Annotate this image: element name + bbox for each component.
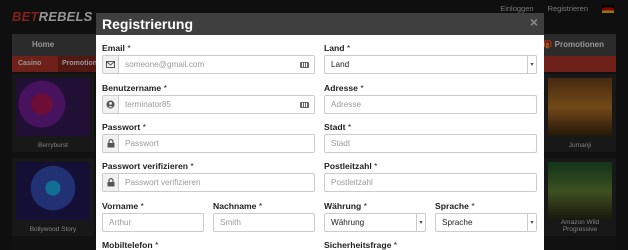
required-mark: * xyxy=(374,161,378,171)
email-input[interactable] xyxy=(119,56,300,73)
required-mark: * xyxy=(258,201,263,211)
land-select[interactable]: Land ▾ xyxy=(324,55,537,74)
chevron-down-icon: ▾ xyxy=(416,214,425,231)
required-mark: * xyxy=(363,201,367,211)
sprache-selected-value: Sprache xyxy=(442,218,473,227)
benutzername-field[interactable] xyxy=(102,95,315,114)
required-mark: * xyxy=(393,240,398,250)
benutzername-input[interactable] xyxy=(119,96,300,113)
passwort-verifizieren-label: Passwort verifizieren * xyxy=(102,161,194,171)
required-mark: * xyxy=(346,43,351,53)
passwort-verifizieren-label-text: Passwort verifizieren xyxy=(102,161,188,171)
modal-title: Registrierung xyxy=(102,16,194,32)
waehrung-label-text: Währung xyxy=(324,201,362,211)
required-mark: * xyxy=(127,43,131,53)
nachname-field[interactable] xyxy=(213,213,315,232)
email-label: Email * xyxy=(102,43,131,53)
nachname-label-text: Nachname xyxy=(213,201,257,211)
postleitzahl-input[interactable] xyxy=(325,174,536,191)
adresse-input[interactable] xyxy=(325,96,536,113)
land-selected-value: Land xyxy=(331,60,350,69)
vorname-label: Vorname * xyxy=(102,201,144,211)
required-mark: * xyxy=(142,122,146,132)
required-mark: * xyxy=(471,201,475,211)
benutzername-label: Benutzername * xyxy=(102,83,167,93)
required-mark: * xyxy=(347,122,352,132)
modal-header: Registrierung × xyxy=(96,13,544,35)
adresse-field[interactable] xyxy=(324,95,537,114)
waehrung-label: Währung * xyxy=(324,201,367,211)
email-field[interactable] xyxy=(102,55,315,74)
passwort-verifizieren-field[interactable] xyxy=(102,173,315,192)
required-mark: * xyxy=(155,240,159,250)
password-manager-icon[interactable] xyxy=(300,61,309,68)
stadt-field[interactable] xyxy=(324,134,537,153)
sicherheitsfrage-label: Sicherheitsfrage * xyxy=(324,240,397,250)
envelope-icon xyxy=(103,56,119,73)
passwort-input[interactable] xyxy=(119,135,314,152)
close-icon[interactable]: × xyxy=(530,14,538,30)
passwort-label: Passwort * xyxy=(102,122,146,132)
postleitzahl-label-text: Postleitzahl xyxy=(324,161,372,171)
mobiltelefon-label: Mobiltelefon * xyxy=(102,240,158,250)
nachname-label: Nachname * xyxy=(213,201,262,211)
adresse-label-text: Adresse xyxy=(324,83,358,93)
required-mark: * xyxy=(190,161,194,171)
passwort-verifizieren-input[interactable] xyxy=(119,174,314,191)
vorname-input[interactable] xyxy=(103,214,203,231)
mobiltelefon-label-text: Mobiltelefon xyxy=(102,240,153,250)
vorname-field[interactable] xyxy=(102,213,204,232)
lock-icon xyxy=(103,135,119,152)
sprache-select[interactable]: Sprache ▾ xyxy=(435,213,537,232)
benutzername-label-text: Benutzername xyxy=(102,83,162,93)
sicherheitsfrage-label-text: Sicherheitsfrage xyxy=(324,240,392,250)
required-mark: * xyxy=(360,83,364,93)
passwort-field[interactable] xyxy=(102,134,315,153)
registration-modal: Registrierung × Email * Land * Land ▾ Be… xyxy=(96,13,544,250)
sprache-label-text: Sprache xyxy=(435,201,469,211)
land-label-text: Land xyxy=(324,43,345,53)
stadt-label: Stadt * xyxy=(324,122,351,132)
sprache-label: Sprache * xyxy=(435,201,475,211)
land-label: Land * xyxy=(324,43,350,53)
chevron-down-icon: ▾ xyxy=(527,56,536,73)
adresse-label: Adresse * xyxy=(324,83,364,93)
stadt-label-text: Stadt xyxy=(324,122,346,132)
postleitzahl-field[interactable] xyxy=(324,173,537,192)
lock-icon xyxy=(103,174,119,191)
nachname-input[interactable] xyxy=(214,214,314,231)
required-mark: * xyxy=(163,83,167,93)
password-manager-icon[interactable] xyxy=(300,101,309,108)
passwort-label-text: Passwort xyxy=(102,122,141,132)
postleitzahl-label: Postleitzahl * xyxy=(324,161,378,171)
user-icon xyxy=(103,96,119,113)
email-label-text: Email xyxy=(102,43,125,53)
required-mark: * xyxy=(140,201,144,211)
waehrung-selected-value: Währung xyxy=(331,218,365,227)
chevron-down-icon: ▾ xyxy=(527,214,536,231)
stadt-input[interactable] xyxy=(325,135,536,152)
waehrung-select[interactable]: Währung ▾ xyxy=(324,213,426,232)
vorname-label-text: Vorname xyxy=(102,201,139,211)
